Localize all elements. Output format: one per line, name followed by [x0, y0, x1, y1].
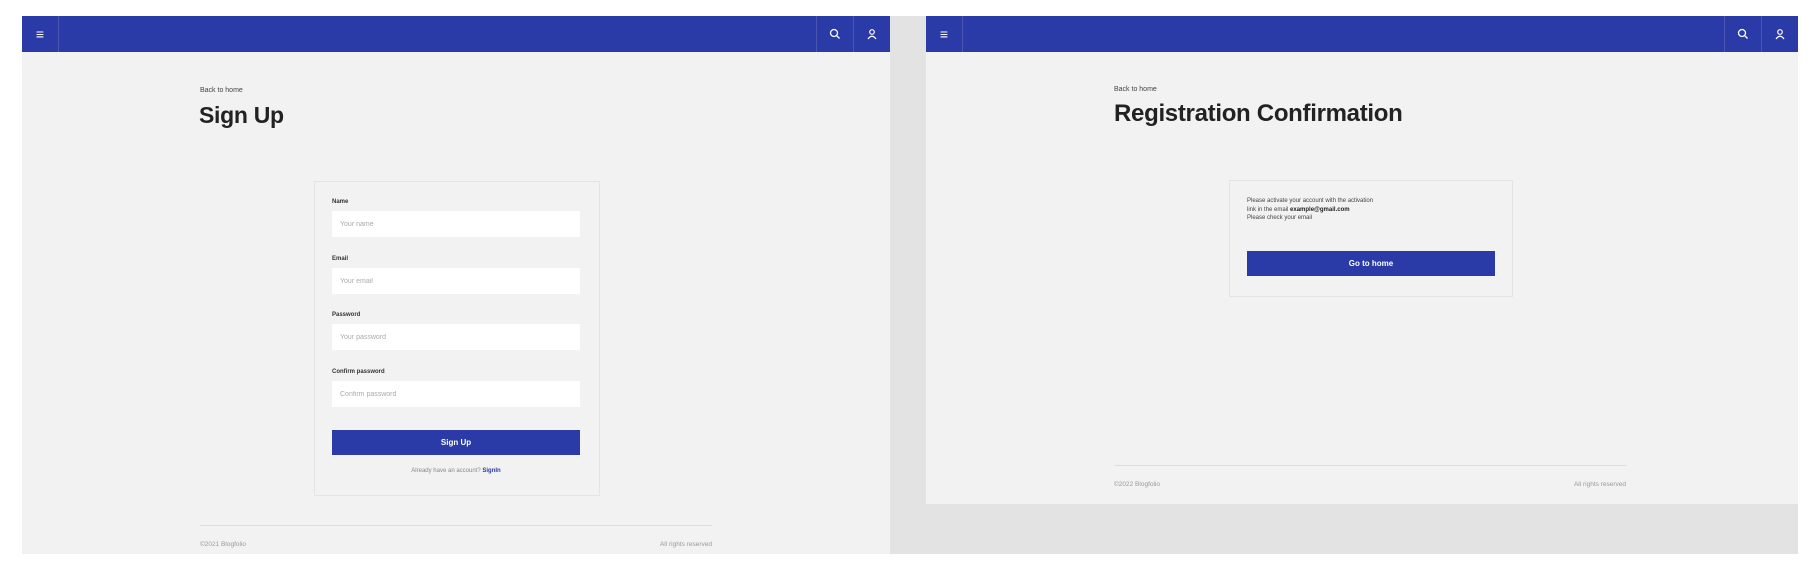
back-to-home-link[interactable]: Back to home [200, 87, 243, 94]
name-input[interactable] [332, 211, 580, 237]
footer-rights: All rights reserved [659, 541, 712, 548]
top-navbar: ≡ [22, 16, 890, 52]
message-line-1: Please activate your account with the ac… [1247, 198, 1374, 204]
confirm-password-label: Confirm password [332, 369, 385, 375]
confirmation-card: Please activate your account with the ac… [1229, 180, 1513, 297]
footer-divider [200, 525, 712, 526]
search-icon[interactable] [816, 16, 853, 52]
menu-icon[interactable]: ≡ [926, 16, 963, 52]
user-icon[interactable] [1761, 16, 1798, 52]
confirmation-screen: ≡ Back to home Registration Confirmation… [926, 16, 1798, 504]
signup-screen: ≡ Back to home Sign Up Name Email Passwo… [22, 16, 890, 554]
menu-icon[interactable]: ≡ [22, 16, 59, 52]
back-to-home-link[interactable]: Back to home [1114, 86, 1157, 93]
password-label: Password [332, 312, 361, 318]
footer-copyright: ©2022 Blogfolio [1114, 481, 1160, 488]
user-icon[interactable] [853, 16, 890, 52]
password-input[interactable] [332, 324, 580, 350]
page-title: Sign Up [199, 102, 284, 128]
footer-rights: All rights reserved [1573, 481, 1626, 488]
footer-divider [1114, 465, 1626, 466]
message-line-3: Please check your email [1247, 215, 1313, 221]
go-to-home-button[interactable]: Go to home [1247, 251, 1495, 276]
email-input[interactable] [332, 268, 580, 294]
sign-up-button[interactable]: Sign Up [332, 430, 580, 455]
signin-prompt: Already have an account? SignIn [332, 468, 580, 474]
footer-copyright: ©2021 Blogfolio [200, 541, 246, 548]
signin-prompt-text: Already have an account? [411, 468, 481, 474]
confirm-password-input[interactable] [332, 381, 580, 407]
email-label: Email [332, 256, 349, 262]
name-label: Name [332, 199, 349, 205]
message-line-2: link in the email example@gmail.com [1247, 206, 1497, 215]
message-line-2-prefix: link in the email [1247, 206, 1289, 213]
confirmation-message: Please activate your account with the ac… [1247, 197, 1497, 223]
page-title: Registration Confirmation [1114, 100, 1403, 127]
signin-link[interactable]: SignIn [482, 468, 500, 474]
email-address: example@gmail.com [1290, 206, 1350, 213]
signup-form-card: Name Email Password Confirm password Sig… [314, 181, 600, 496]
top-navbar: ≡ [926, 16, 1798, 52]
search-icon[interactable] [1724, 16, 1761, 52]
